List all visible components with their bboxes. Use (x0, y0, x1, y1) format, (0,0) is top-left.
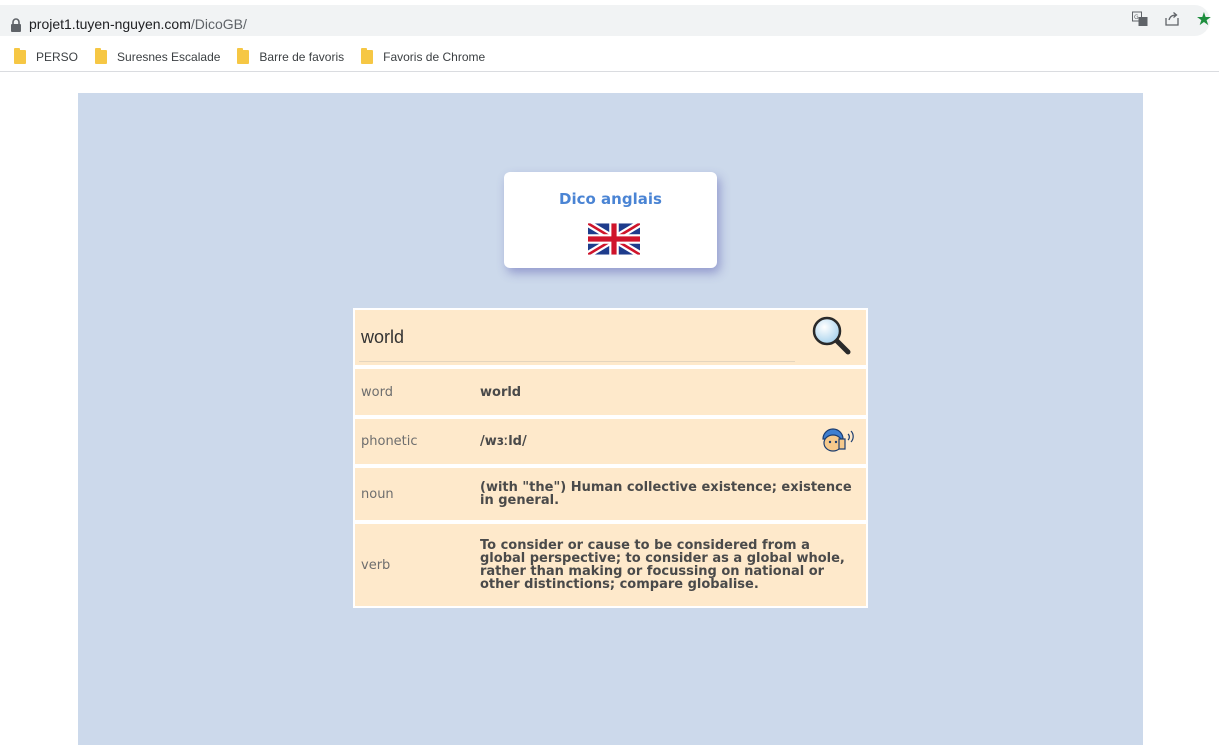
phonetic-value: /wɜːld/ (480, 434, 527, 449)
dictionary-panel: word world phonetic /wɜːld/ noun (with "… (353, 308, 868, 608)
definition-row: noun (with "the") Human collective exist… (355, 464, 866, 520)
part-of-speech: noun (361, 486, 394, 502)
share-icon[interactable] (1163, 10, 1181, 28)
uk-flag-icon (588, 223, 640, 255)
svg-text:G: G (1134, 14, 1139, 21)
word-label: word (361, 384, 393, 400)
translate-icon[interactable]: G (1131, 10, 1149, 28)
bookmark-suresnes-escalade[interactable]: Suresnes Escalade (95, 47, 221, 64)
bookmark-favoris-de-chrome[interactable]: Favoris de Chrome (361, 47, 486, 64)
search-input[interactable] (359, 314, 795, 362)
word-value: world (480, 384, 522, 400)
phonetic-row: phonetic /wɜːld/ (355, 415, 866, 464)
url-host: projet1.tuyen-nguyen.com (29, 16, 191, 32)
folder-icon (95, 47, 108, 64)
address-bar: projet1.tuyen-nguyen.com/DicoGB/ G ★ (0, 0, 1219, 40)
part-of-speech: verb (361, 557, 391, 573)
folder-icon (361, 47, 374, 64)
page-title: Dico anglais (559, 190, 662, 208)
word-row: word world (355, 365, 866, 415)
star-icon[interactable]: ★ (1195, 9, 1213, 29)
bookmark-label: PERSO (36, 49, 79, 64)
magnifier-icon[interactable] (810, 314, 854, 358)
bookmark-perso[interactable]: PERSO (14, 47, 79, 64)
definition-text: (with "the") Human collective existence;… (480, 480, 852, 508)
bookmark-label: Barre de favoris (259, 49, 345, 64)
title-card: Dico anglais (504, 172, 717, 268)
phonetic-label: phonetic (361, 434, 418, 449)
page-content: Dico anglais world word world phonetic /… (78, 93, 1143, 745)
bookmark-label: Suresnes Escalade (117, 49, 221, 64)
bookmarks-bar: PERSO Suresnes Escalade Barre de favoris… (0, 42, 1219, 72)
omnibox[interactable]: projet1.tuyen-nguyen.com/DicoGB/ (0, 5, 1210, 36)
folder-icon (14, 47, 26, 64)
url-text[interactable]: projet1.tuyen-nguyen.com/DicoGB/ (29, 16, 247, 32)
search-row (355, 310, 866, 365)
folder-icon (237, 47, 250, 64)
lock-icon[interactable] (10, 18, 22, 32)
bookmark-barre-de-favoris[interactable]: Barre de favoris (237, 47, 345, 64)
listen-icon[interactable] (820, 425, 856, 455)
bookmark-label: Favoris de Chrome (383, 49, 486, 64)
definition-text: To consider or cause to be considered fr… (480, 538, 845, 592)
url-path: /DicoGB/ (190, 16, 247, 32)
definition-row: verb To consider or cause to be consider… (355, 520, 866, 606)
